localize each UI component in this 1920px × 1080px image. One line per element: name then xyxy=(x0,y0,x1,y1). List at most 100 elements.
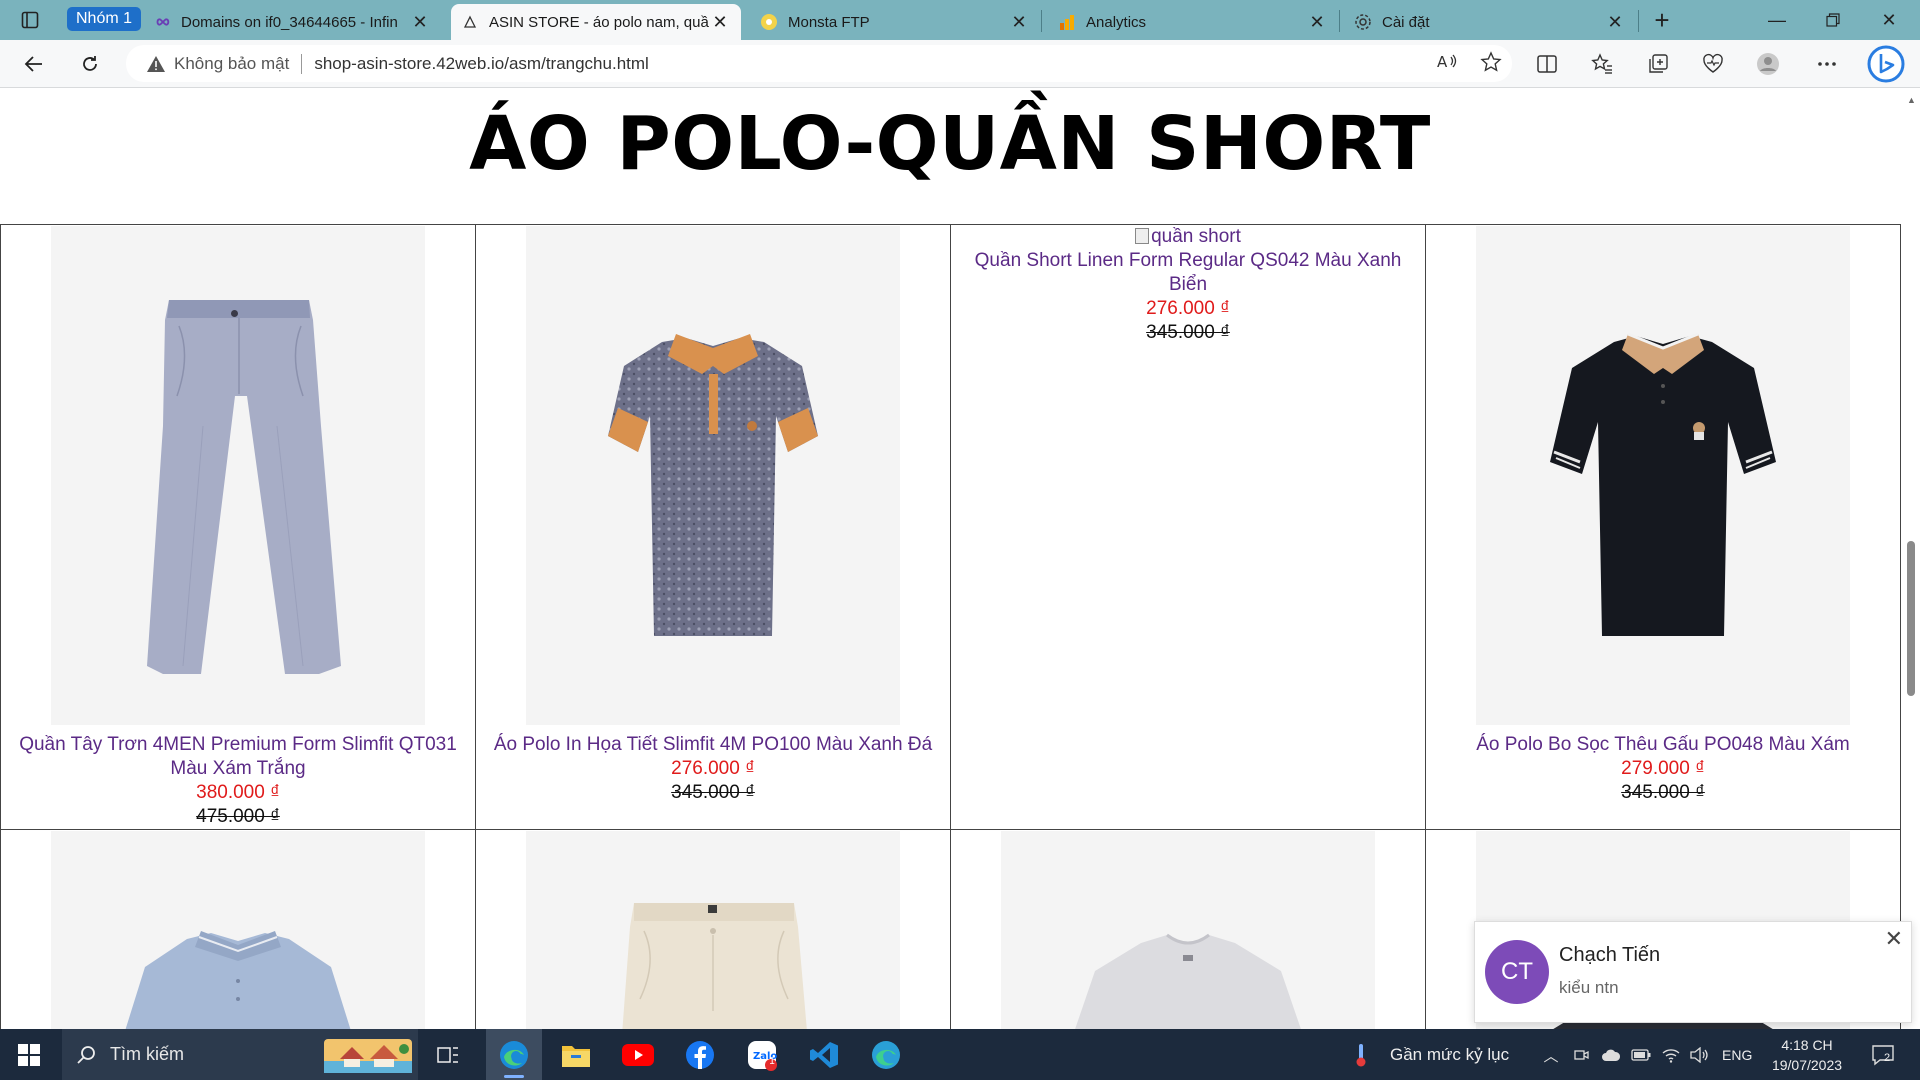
search-icon xyxy=(76,1045,96,1065)
product-old-price: 345.000 ₫ xyxy=(1621,782,1705,803)
thermometer-icon[interactable] xyxy=(1352,1044,1370,1067)
language-indicator[interactable]: ENG xyxy=(1722,1029,1752,1080)
site-favicon-icon xyxy=(461,13,479,31)
broken-product-image[interactable]: quần short xyxy=(951,225,1425,249)
vscode-icon[interactable] xyxy=(796,1029,852,1080)
tab-domains[interactable]: Domains on if0_34644665 - Infin ✕ xyxy=(143,4,441,40)
favorites-icon[interactable] xyxy=(1588,50,1616,78)
product-name-link[interactable]: Áo Polo Bo Sọc Thêu Gấu PO048 Màu Xám xyxy=(1426,733,1900,757)
battery-icon[interactable] xyxy=(1630,1044,1652,1066)
url-text[interactable]: shop-asin-store.42web.io/asm/trangchu.ht… xyxy=(314,54,649,74)
broken-image-icon xyxy=(1135,228,1150,244)
close-icon[interactable]: ✕ xyxy=(1008,11,1030,33)
product-image-grey-trousers[interactable] xyxy=(51,226,425,725)
close-icon[interactable]: ✕ xyxy=(709,11,731,33)
product-card[interactable] xyxy=(475,829,951,1029)
split-screen-icon[interactable] xyxy=(1533,50,1561,78)
close-icon[interactable]: ✕ xyxy=(409,11,431,33)
restore-button[interactable] xyxy=(1810,0,1856,40)
clock-date: 19/07/2023 xyxy=(1771,1057,1843,1073)
weather-text[interactable]: Gần mức kỷ lục xyxy=(1390,1029,1509,1080)
tab-title: ASIN STORE - áo polo nam, quần xyxy=(489,13,709,31)
zalo-badge: 1 xyxy=(769,1056,775,1067)
tab-settings[interactable]: Cài đặt ✕ xyxy=(1344,4,1636,40)
product-card[interactable] xyxy=(0,829,476,1029)
tab-monsta-ftp[interactable]: Monsta FTP ✕ xyxy=(750,4,1040,40)
product-card[interactable]: Áo Polo Bo Sọc Thêu Gấu PO048 Màu Xám 27… xyxy=(1425,224,1901,830)
product-name-link[interactable]: Quần Short Linen Form Regular QS042 Màu … xyxy=(951,249,1425,297)
tab-title: Analytics xyxy=(1086,13,1147,31)
message-preview: kiểu ntn xyxy=(1559,978,1619,997)
scroll-up-arrow-icon[interactable]: ▲ xyxy=(1907,95,1916,105)
more-menu-icon[interactable] xyxy=(1813,50,1841,78)
infinity-icon xyxy=(153,13,171,31)
product-image-blue-polo[interactable] xyxy=(51,831,425,1029)
product-grid: Quần Tây Trơn 4MEN Premium Form Slimfit … xyxy=(0,224,1901,1029)
product-image-grey-tshirt[interactable] xyxy=(1001,831,1375,1029)
security-label[interactable]: Không bảo mật xyxy=(174,54,289,74)
bing-chat-icon[interactable] xyxy=(1867,45,1905,83)
taskbar-search[interactable]: Tìm kiếm xyxy=(62,1029,418,1080)
analytics-icon xyxy=(1058,13,1076,31)
tab-analytics[interactable]: Analytics ✕ xyxy=(1048,4,1338,40)
product-old-price: 345.000 ₫ xyxy=(671,782,755,803)
close-icon[interactable]: ✕ xyxy=(1604,11,1626,33)
tab-group-chip[interactable]: Nhóm 1 xyxy=(67,7,142,31)
product-old-price: 475.000 ₫ xyxy=(196,806,280,827)
youtube-icon[interactable] xyxy=(610,1029,666,1080)
close-icon[interactable]: ✕ xyxy=(1885,926,1903,952)
chevron-up-icon[interactable]: ︿ xyxy=(1540,1044,1562,1066)
avatar: CT xyxy=(1485,940,1549,1004)
chat-notification[interactable]: CT Chạch Tiến kiểu ntn ✕ xyxy=(1474,921,1912,1023)
read-aloud-icon[interactable]: A xyxy=(1436,51,1458,78)
new-tab-button[interactable]: + xyxy=(1648,5,1676,35)
collections-icon[interactable] xyxy=(1644,50,1672,78)
onedrive-cloud-icon[interactable] xyxy=(1600,1044,1622,1066)
page-title: ÁO POLO-QUẦN SHORT xyxy=(469,101,1431,187)
warning-icon[interactable] xyxy=(146,54,166,74)
product-image-beige-shorts[interactable] xyxy=(526,831,900,1029)
refresh-button[interactable] xyxy=(74,48,106,80)
scroll-thumb[interactable] xyxy=(1907,541,1915,696)
profile-avatar-icon[interactable] xyxy=(1754,50,1782,78)
product-card[interactable]: Quần Tây Trơn 4MEN Premium Form Slimfit … xyxy=(0,224,476,830)
edge-dev-icon[interactable] xyxy=(858,1029,914,1080)
tab-actions-icon[interactable] xyxy=(10,6,50,34)
product-price: 279.000 ₫ xyxy=(1621,758,1705,779)
product-card[interactable]: Áo Polo In Họa Tiết Slimfit 4M PO100 Màu… xyxy=(475,224,951,830)
address-bar[interactable]: Không bảo mật shop-asin-store.42web.io/a… xyxy=(126,45,1512,82)
notification-center-icon[interactable]: 2 xyxy=(1868,1044,1898,1066)
product-card[interactable]: quần short Quần Short Linen Form Regular… xyxy=(950,224,1426,830)
minimize-button[interactable]: — xyxy=(1754,0,1800,40)
page-viewport: ÁO POLO-QUẦN SHORT Quần Tây Trơn 4MEN Pr… xyxy=(0,89,1902,1029)
product-name-link[interactable]: Quần Tây Trơn 4MEN Premium Form Slimfit … xyxy=(1,733,475,781)
favorite-star-icon[interactable] xyxy=(1480,51,1502,78)
search-placeholder: Tìm kiếm xyxy=(110,1044,184,1064)
file-explorer-icon[interactable] xyxy=(548,1029,604,1080)
product-image-patterned-polo[interactable] xyxy=(526,226,900,725)
product-image-black-polo[interactable] xyxy=(1476,226,1850,725)
edge-app-icon[interactable] xyxy=(486,1029,542,1080)
tab-asin-store[interactable]: ASIN STORE - áo polo nam, quần ✕ xyxy=(451,4,741,40)
taskbar: Tìm kiếm Zalo 1 Gần mức kỷ lục ︿ ENG 4:1… xyxy=(0,1029,1920,1080)
close-window-button[interactable]: ✕ xyxy=(1866,0,1912,40)
start-button[interactable] xyxy=(0,1029,58,1080)
tab-title: Cài đặt xyxy=(1382,13,1430,31)
close-icon[interactable]: ✕ xyxy=(1306,11,1328,33)
tab-title: Monsta FTP xyxy=(788,13,870,31)
browser-essentials-icon[interactable] xyxy=(1699,50,1727,78)
zalo-icon[interactable]: Zalo 1 xyxy=(734,1029,790,1080)
meet-now-icon[interactable] xyxy=(1570,1044,1592,1066)
product-name-link[interactable]: Áo Polo In Họa Tiết Slimfit 4M PO100 Màu… xyxy=(476,733,950,757)
back-button[interactable] xyxy=(18,48,50,80)
product-card[interactable] xyxy=(950,829,1426,1029)
wifi-icon[interactable] xyxy=(1660,1044,1682,1066)
task-view-icon[interactable] xyxy=(420,1029,476,1080)
tab-strip: Nhóm 1 Domains on if0_34644665 - Infin ✕… xyxy=(0,0,1920,40)
address-toolbar: Không bảo mật shop-asin-store.42web.io/a… xyxy=(0,40,1920,88)
facebook-icon[interactable] xyxy=(672,1029,728,1080)
system-clock[interactable]: 4:18 CH 19/07/2023 xyxy=(1762,1035,1852,1075)
page-scrollbar[interactable]: ▲ xyxy=(1902,89,1920,1029)
active-indicator xyxy=(504,1075,524,1078)
volume-icon[interactable] xyxy=(1688,1044,1710,1066)
